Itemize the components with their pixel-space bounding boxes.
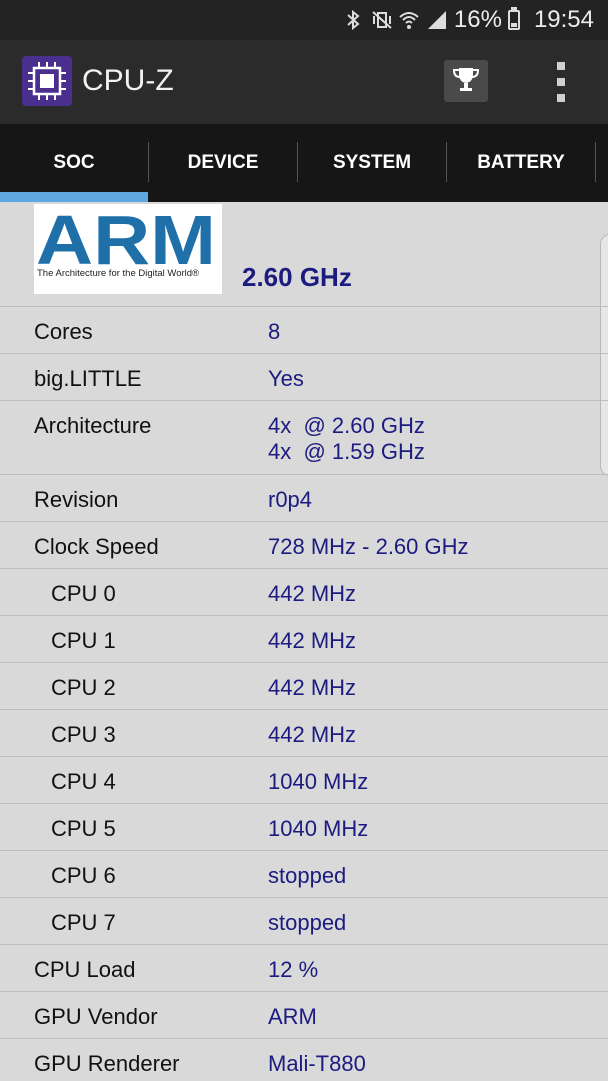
row-value: 442 MHz — [268, 628, 357, 653]
tab-bar: SOC DEVICE SYSTEM BATTERY — [0, 124, 608, 202]
row-value: 442 MHz — [268, 722, 357, 747]
wifi-icon — [398, 9, 420, 31]
cell-signal-icon — [426, 9, 448, 31]
vibrate-mute-icon — [370, 9, 392, 31]
tab-indicator — [0, 192, 148, 202]
row-value: stopped — [268, 910, 347, 935]
cpu-chip-logo-icon — [22, 56, 72, 106]
row-label: CPU 0 — [51, 581, 116, 606]
info-row-cores: Cores 8 — [0, 306, 608, 353]
status-bar: 16% 19:54 — [0, 0, 608, 40]
row-value: 728 MHz - 2.60 GHz — [268, 534, 469, 559]
row-label: CPU Load — [34, 957, 136, 982]
row-label: Architecture — [34, 413, 152, 438]
info-row-cpu-7: CPU 7 stopped — [0, 897, 608, 944]
info-row-cpu-4: CPU 4 1040 MHz — [0, 756, 608, 803]
tab-battery[interactable]: BATTERY — [447, 124, 595, 202]
tab-soc[interactable]: SOC — [0, 124, 148, 202]
info-row-architecture: Architecture 4x @ 2.60 GHz 4x @ 1.59 GHz — [0, 400, 608, 474]
info-row-cpu-2: CPU 2 442 MHz — [0, 662, 608, 709]
status-icons: 16% 19:54 — [342, 0, 594, 40]
info-row-gpu-renderer: GPU Renderer Mali-T880 — [0, 1038, 608, 1081]
row-label: CPU 3 — [51, 722, 116, 747]
info-row-gpu-vendor: GPU Vendor ARM — [0, 991, 608, 1038]
info-row-cpu-load: CPU Load 12 % — [0, 944, 608, 991]
arm-logo-tagline: The Architecture for the Digital World® — [37, 268, 200, 279]
info-row-cpu-1: CPU 1 442 MHz — [0, 615, 608, 662]
battery-icon — [507, 7, 520, 30]
row-value: 442 MHz — [268, 581, 357, 606]
info-row-clock-speed: Clock Speed 728 MHz - 2.60 GHz — [0, 521, 608, 568]
arm-logo: ARM The Architecture for the Digital Wor… — [34, 201, 222, 294]
info-row-cpu-0: CPU 0 442 MHz — [0, 568, 608, 615]
row-value: ARM — [268, 1004, 317, 1029]
row-value: 8 — [268, 319, 281, 344]
row-value: r0p4 — [268, 487, 313, 512]
max-frequency: 2.60 GHz — [242, 262, 352, 292]
trophy-icon — [451, 64, 481, 99]
info-row-cpu-5: CPU 5 1040 MHz — [0, 803, 608, 850]
row-label: CPU 5 — [51, 816, 116, 841]
tab-system[interactable]: SYSTEM — [298, 124, 446, 202]
info-row-big-little: big.LITTLE Yes — [0, 353, 608, 400]
overflow-menu-icon[interactable] — [548, 62, 574, 102]
battery-percent: 16% — [453, 6, 502, 33]
trophy-button[interactable] — [444, 60, 488, 102]
row-value: 12 % — [268, 957, 319, 982]
row-value-2: 4x @ 1.59 GHz — [268, 439, 425, 464]
row-label: GPU Vendor — [34, 1004, 158, 1029]
row-value: 4x @ 2.60 GHz — [268, 413, 425, 438]
tab-device[interactable]: DEVICE — [149, 124, 297, 202]
row-label: CPU 1 — [51, 628, 116, 653]
info-row-cpu-3: CPU 3 442 MHz — [0, 709, 608, 756]
row-value: Yes — [268, 366, 304, 391]
info-row-revision: Revision r0p4 — [0, 474, 608, 521]
row-value: 1040 MHz — [268, 769, 369, 794]
row-label: CPU 6 — [51, 863, 116, 888]
clock: 19:54 — [533, 6, 594, 33]
row-label: Revision — [34, 487, 119, 512]
arm-logo-text: ARM — [36, 204, 216, 268]
soc-panel[interactable]: ARM The Architecture for the Digital Wor… — [0, 201, 608, 1081]
row-label: CPU 4 — [51, 769, 116, 794]
row-label: CPU 7 — [51, 910, 116, 935]
app-title: CPU-Z — [82, 64, 174, 97]
row-label: CPU 2 — [51, 675, 116, 700]
info-row-cpu-6: CPU 6 stopped — [0, 850, 608, 897]
row-label: big.LITTLE — [34, 366, 142, 391]
app-bar: CPU-Z — [0, 40, 608, 126]
row-label: Cores — [34, 319, 93, 344]
row-value: Mali-T880 — [268, 1051, 366, 1076]
row-value: 1040 MHz — [268, 816, 369, 841]
bluetooth-icon — [342, 9, 364, 31]
row-label: Clock Speed — [34, 534, 159, 559]
row-value: 442 MHz — [268, 675, 357, 700]
row-value: stopped — [268, 863, 347, 888]
row-label: GPU Renderer — [34, 1051, 180, 1076]
